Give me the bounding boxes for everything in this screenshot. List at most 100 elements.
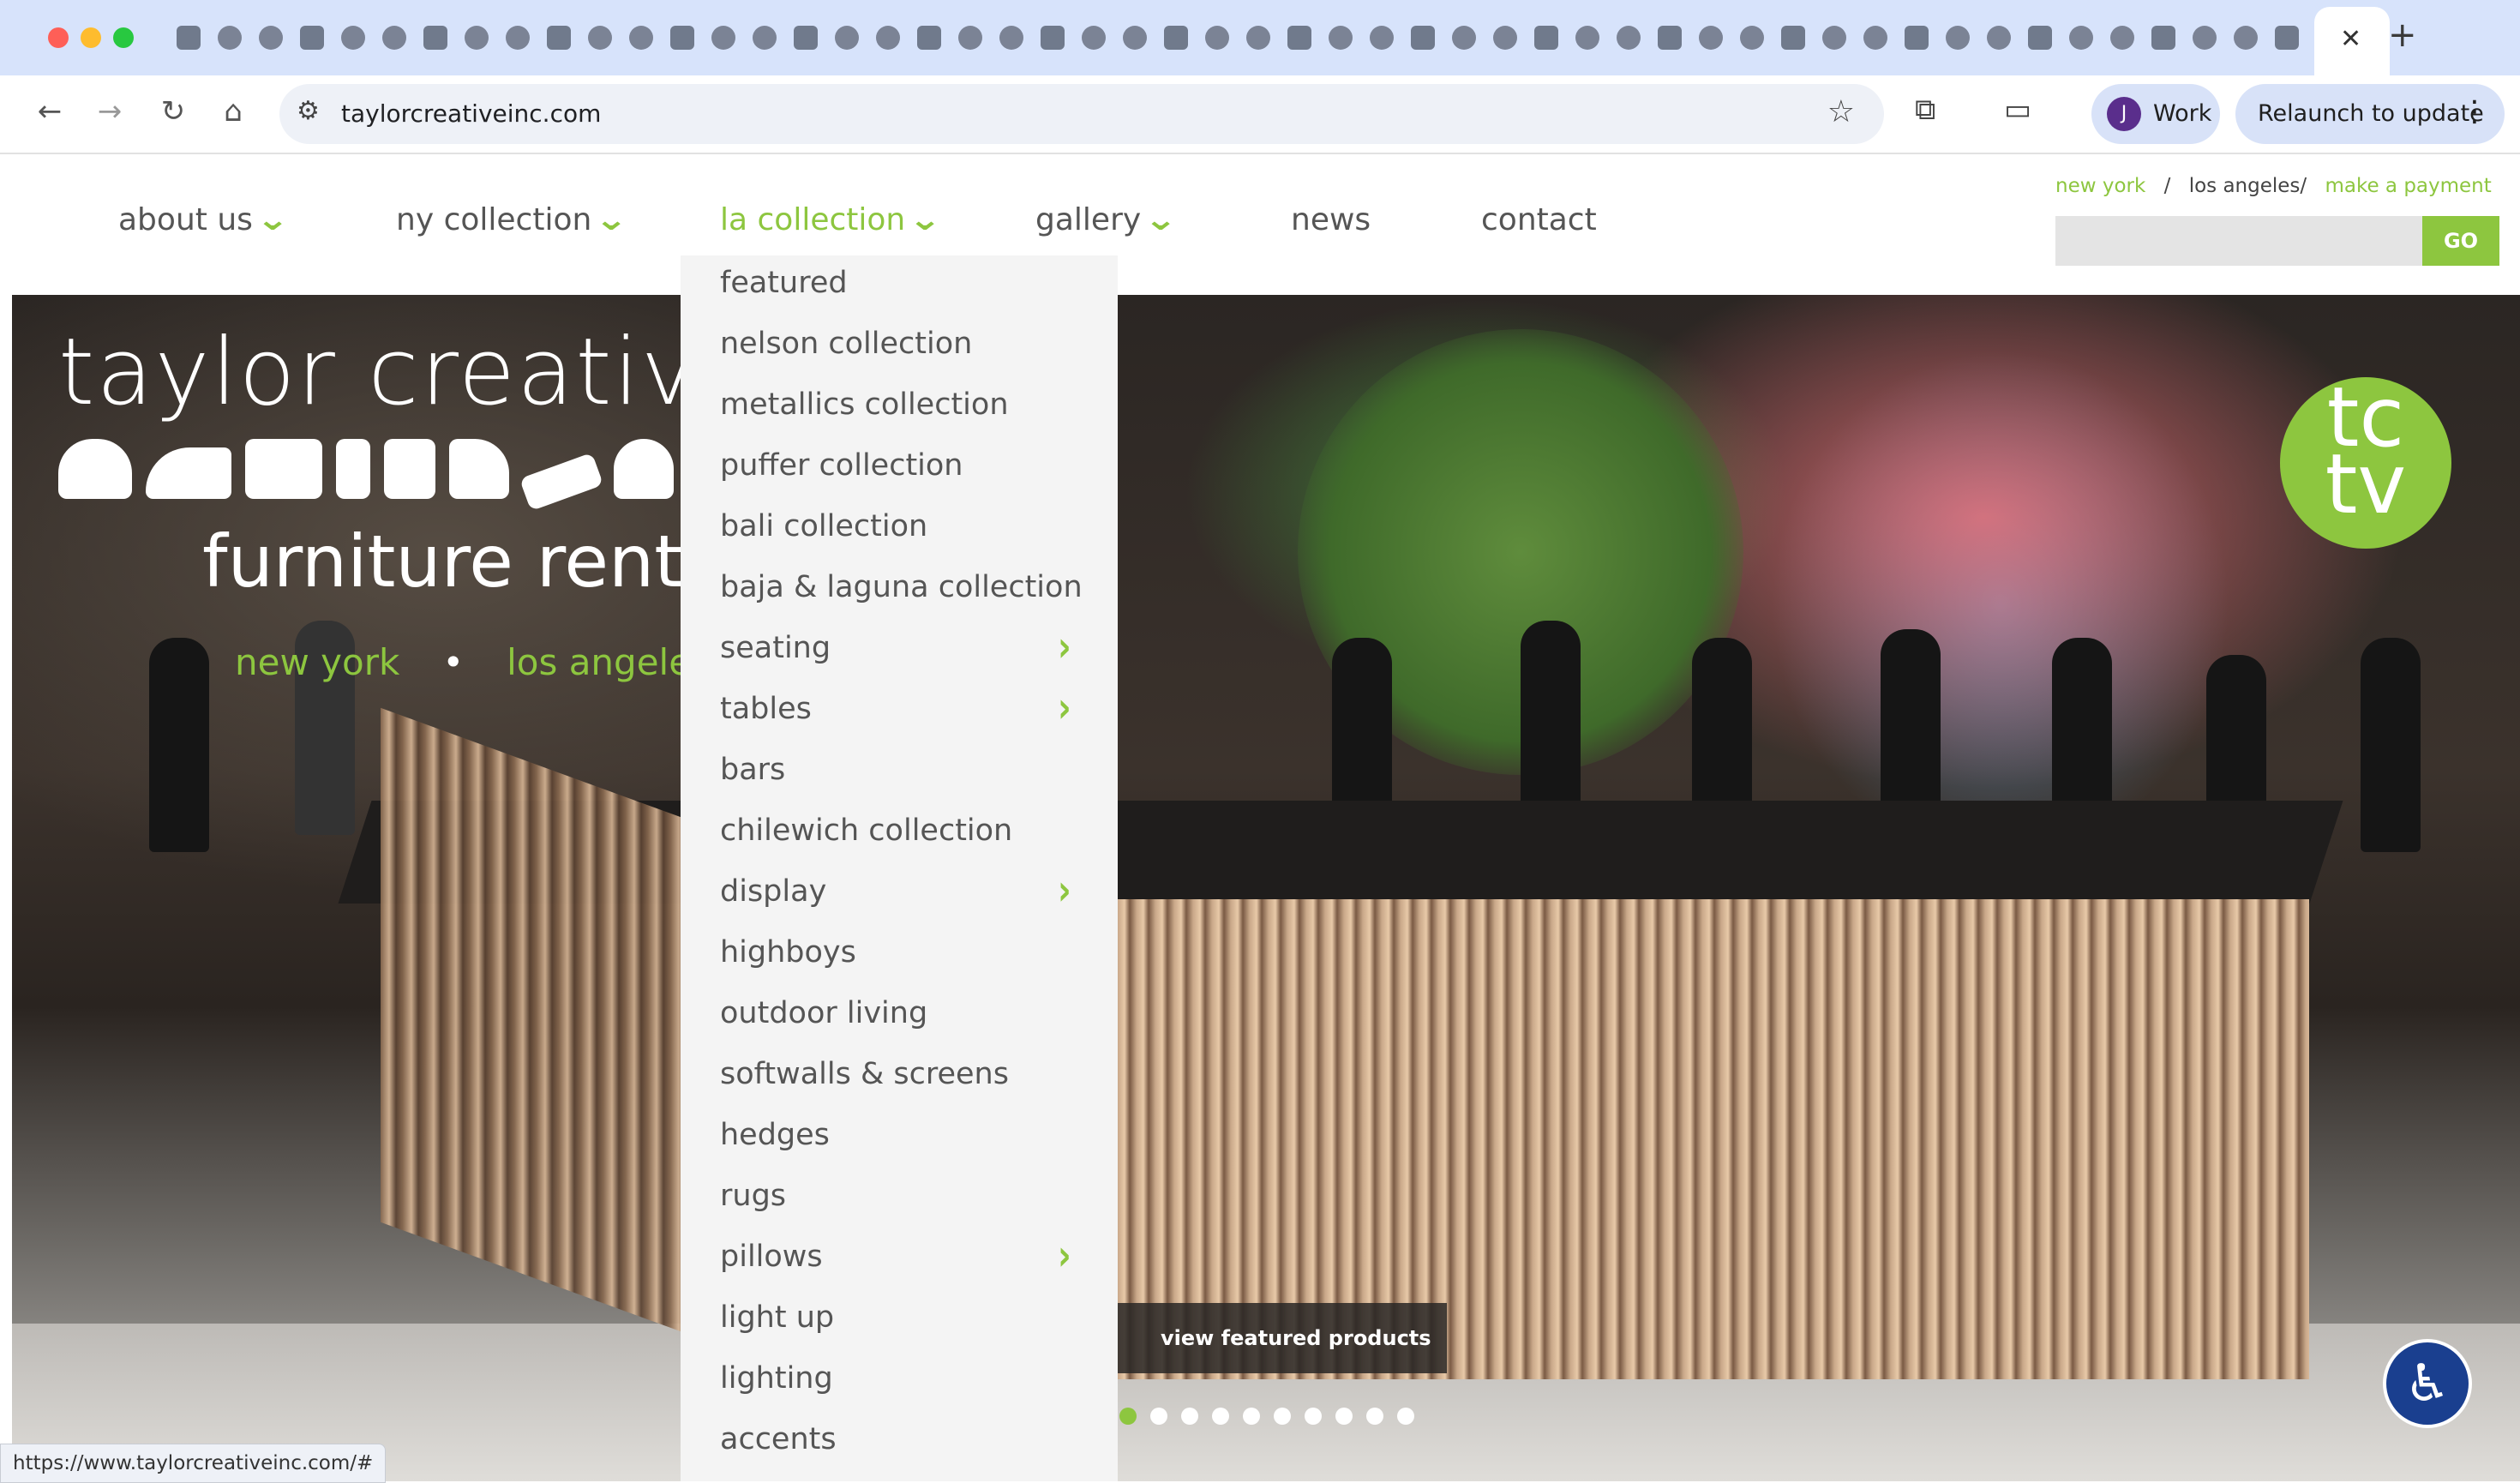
new-tab-button[interactable]: + <box>2388 15 2417 55</box>
nav-contact[interactable]: contact <box>1481 202 1597 237</box>
link-make-payment[interactable]: make a payment <box>2325 175 2491 197</box>
close-tab-icon[interactable]: ✕ <box>2340 24 2361 54</box>
tab-favicon-icon[interactable] <box>1896 21 1937 55</box>
slide-dot[interactable] <box>1150 1408 1167 1425</box>
dropdown-item[interactable]: pillows <box>720 1240 823 1274</box>
tab-favicon-icon[interactable] <box>2266 21 2307 55</box>
tab-favicon-icon[interactable] <box>1443 21 1485 55</box>
dropdown-item[interactable]: metallics collection <box>720 387 1009 422</box>
active-tab[interactable]: ✕ <box>2314 7 2390 75</box>
tab-favicon-icon[interactable] <box>950 21 991 55</box>
slide-dot[interactable] <box>1243 1408 1260 1425</box>
nav-news[interactable]: news <box>1291 202 1371 237</box>
tab-favicon-icon[interactable] <box>415 21 456 55</box>
tab-favicon-icon[interactable] <box>1567 21 1608 55</box>
tab-favicon-icon[interactable] <box>579 21 621 55</box>
tab-favicon-icon[interactable] <box>909 21 950 55</box>
dropdown-item[interactable]: light up <box>720 1300 834 1335</box>
tab-favicon-icon[interactable] <box>456 21 497 55</box>
dropdown-item[interactable]: chilewich collection <box>720 814 1012 848</box>
link-new-york[interactable]: new york <box>2055 175 2145 197</box>
home-icon[interactable]: ⌂ <box>214 94 252 129</box>
accessibility-icon[interactable]: ♿ <box>2386 1342 2469 1425</box>
site-info-icon[interactable]: ⚙ <box>297 96 320 126</box>
tab-favicon-icon[interactable] <box>1155 21 1197 55</box>
go-button[interactable]: GO <box>2422 216 2499 266</box>
tab-favicon-icon[interactable] <box>2143 21 2184 55</box>
tab-favicon-icon[interactable] <box>2102 21 2143 55</box>
nav-about-us[interactable]: about us⌄ <box>118 202 290 237</box>
tab-favicon-icon[interactable] <box>1526 21 1567 55</box>
dropdown-item[interactable]: baja & laguna collection <box>720 570 1083 604</box>
minimize-window-button[interactable] <box>81 27 101 48</box>
dropdown-item[interactable]: bars <box>720 753 785 787</box>
close-window-button[interactable] <box>48 27 69 48</box>
tab-favicon-icon[interactable] <box>1197 21 1238 55</box>
slide-dot[interactable] <box>1274 1408 1291 1425</box>
tab-favicon-icon[interactable] <box>538 21 579 55</box>
tab-favicon-icon[interactable] <box>1279 21 1320 55</box>
relaunch-button[interactable]: Relaunch to update ⋮ <box>2235 84 2505 144</box>
tab-favicon-icon[interactable] <box>168 21 209 55</box>
tctv-badge[interactable]: tc tv <box>2280 376 2451 549</box>
nav-la-collection[interactable]: la collection⌄ <box>720 202 942 237</box>
nav-ny-collection[interactable]: ny collection⌄ <box>396 202 628 237</box>
chevron-right-icon[interactable]: › <box>1058 621 1071 670</box>
slide-dot[interactable] <box>1212 1408 1229 1425</box>
dropdown-item[interactable]: accents <box>720 1422 837 1456</box>
bookmark-star-icon[interactable]: ☆ <box>1827 94 1855 129</box>
tab-favicon-icon[interactable] <box>374 21 415 55</box>
tab-favicon-icon[interactable] <box>1855 21 1896 55</box>
profile-button[interactable]: J Work <box>2091 84 2220 144</box>
tab-favicon-icon[interactable] <box>1608 21 1649 55</box>
forward-icon[interactable]: → <box>91 94 129 129</box>
dropdown-item[interactable]: lighting <box>720 1361 833 1396</box>
tab-favicon-icon[interactable] <box>662 21 703 55</box>
tab-favicon-icon[interactable] <box>1485 21 1526 55</box>
chevron-right-icon[interactable]: › <box>1058 865 1071 914</box>
extensions-icon[interactable]: ⧉ <box>1915 93 1935 127</box>
reload-icon[interactable]: ↻ <box>154 94 192 129</box>
dropdown-item[interactable]: tables <box>720 692 812 726</box>
tab-favicon-icon[interactable] <box>1238 21 1279 55</box>
search-input[interactable] <box>2055 216 2424 266</box>
tab-favicon-icon[interactable] <box>2184 21 2225 55</box>
dropdown-item[interactable]: softwalls & screens <box>720 1057 1009 1091</box>
tab-favicon-icon[interactable] <box>867 21 909 55</box>
tab-favicon-icon[interactable] <box>1032 21 1073 55</box>
chevron-right-icon[interactable]: › <box>1058 682 1071 731</box>
slide-dot[interactable] <box>1366 1408 1383 1425</box>
menu-kebab-icon[interactable]: ⋮ <box>2460 94 2489 129</box>
tab-favicon-icon[interactable] <box>1773 21 1814 55</box>
tab-favicon-icon[interactable] <box>1978 21 2019 55</box>
tab-favicon-icon[interactable] <box>826 21 867 55</box>
tab-favicon-icon[interactable] <box>744 21 785 55</box>
tab-favicon-icon[interactable] <box>333 21 374 55</box>
nav-gallery[interactable]: gallery⌄ <box>1035 202 1178 237</box>
tab-favicon-icon[interactable] <box>991 21 1032 55</box>
dropdown-item[interactable]: nelson collection <box>720 327 972 361</box>
slide-dot[interactable] <box>1397 1408 1414 1425</box>
link-los-angeles[interactable]: los angeles/ <box>2189 175 2307 197</box>
cast-icon[interactable]: ▭ <box>2004 93 2031 127</box>
tab-favicon-icon[interactable] <box>703 21 744 55</box>
dropdown-item[interactable]: outdoor living <box>720 996 927 1030</box>
dropdown-item[interactable]: hedges <box>720 1118 830 1152</box>
tab-favicon-icon[interactable] <box>1690 21 1731 55</box>
tab-favicon-icon[interactable] <box>2019 21 2061 55</box>
tab-favicon-icon[interactable] <box>621 21 662 55</box>
dropdown-item[interactable]: seating <box>720 631 831 665</box>
tab-favicon-icon[interactable] <box>250 21 291 55</box>
tab-favicon-icon[interactable] <box>497 21 538 55</box>
tab-favicon-icon[interactable] <box>1402 21 1443 55</box>
dropdown-item[interactable]: bali collection <box>720 509 927 543</box>
tab-favicon-icon[interactable] <box>1814 21 1855 55</box>
tab-favicon-icon[interactable] <box>1073 21 1114 55</box>
tab-favicon-icon[interactable] <box>1320 21 1361 55</box>
tab-favicon-icon[interactable] <box>2061 21 2102 55</box>
tab-favicon-icon[interactable] <box>2225 21 2266 55</box>
dropdown-item[interactable]: rugs <box>720 1179 786 1213</box>
tab-favicon-icon[interactable] <box>1649 21 1690 55</box>
slide-dot[interactable] <box>1119 1408 1137 1425</box>
dropdown-item[interactable]: puffer collection <box>720 448 963 483</box>
